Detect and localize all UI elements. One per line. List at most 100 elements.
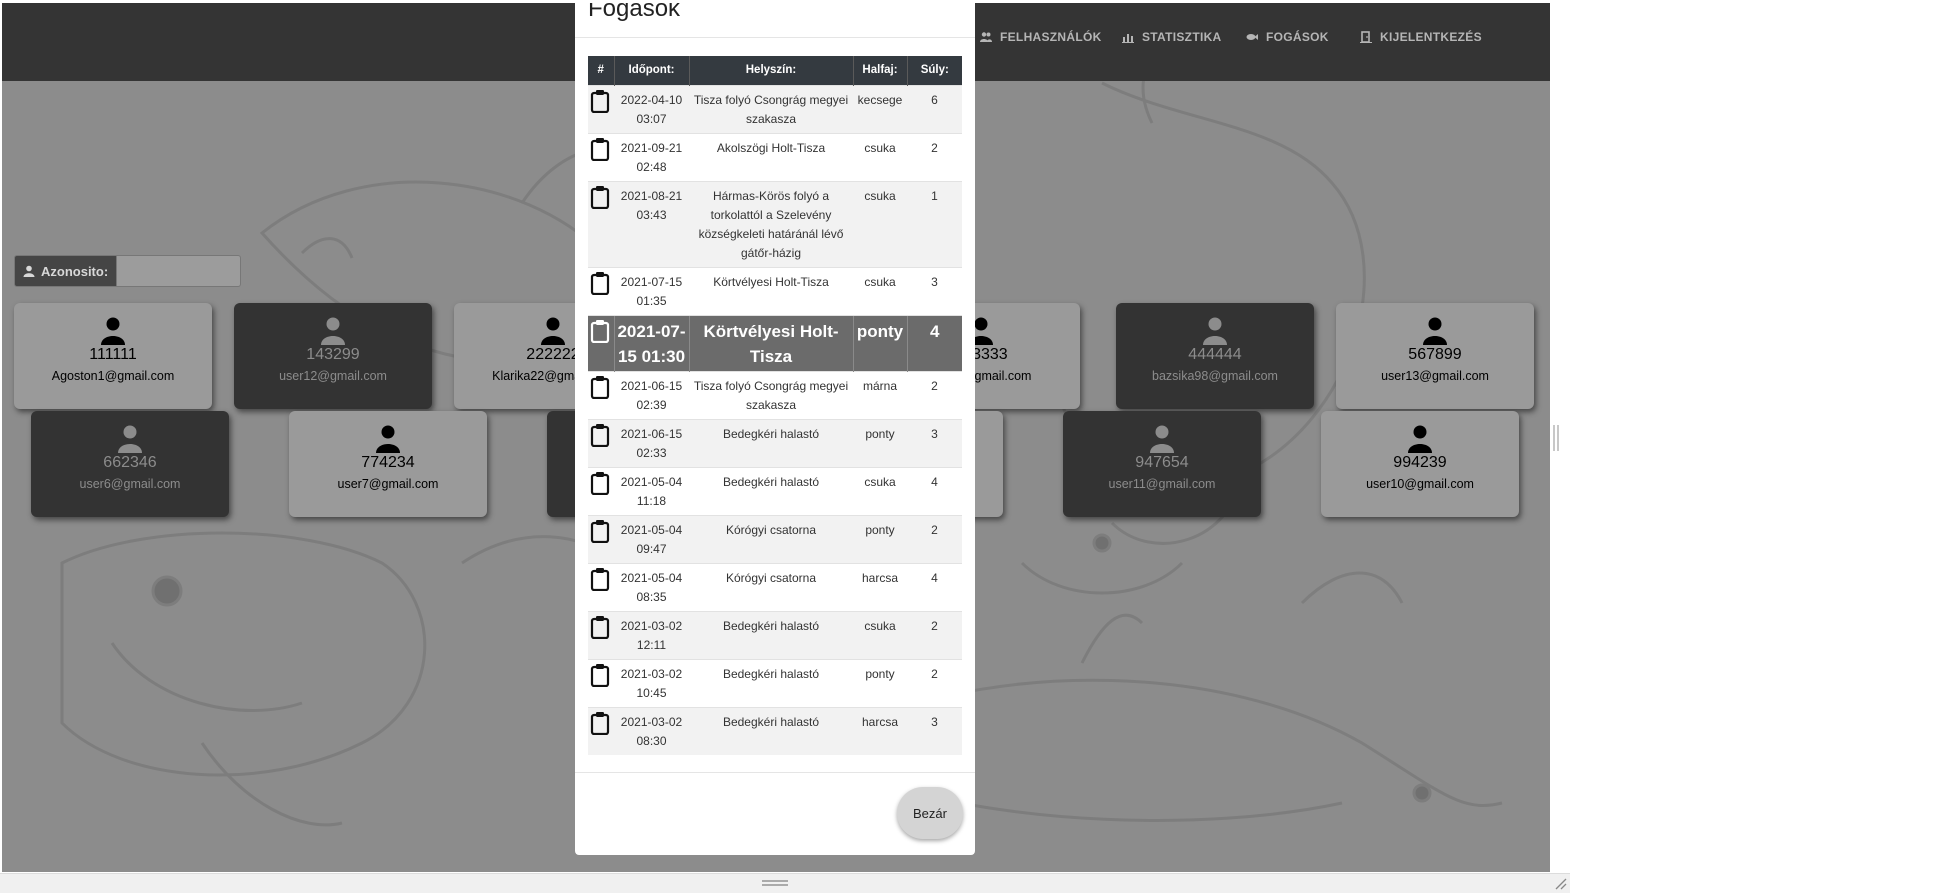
table-row[interactable]: 2021-06-15 02:33 Bedegkéri halastó ponty 3 xyxy=(588,418,962,467)
resize-corner-icon[interactable] xyxy=(1553,876,1567,890)
column-header-index: # xyxy=(588,56,614,85)
close-button[interactable]: Bezár xyxy=(897,787,963,839)
table-row[interactable]: 2021-05-04 11:18 Bedegkéri halastó csuka 4 xyxy=(588,466,962,515)
user-card-email: user10@gmail.com xyxy=(1366,477,1474,491)
nav-logout[interactable]: Kijelentkezés xyxy=(1360,29,1482,45)
table-row[interactable]: 2021-05-04 09:47 Kórógyi csatorna ponty 2 xyxy=(588,514,962,563)
row-location: Tisza folyó Csongrág megyei szakasza xyxy=(689,84,853,133)
user-card-id: 947654 xyxy=(1135,454,1189,471)
catches-table: # Időpont: Helyszín: Halfaj: Súly: 2022-… xyxy=(588,56,962,755)
user-card-email: bazsika98@gmail.com xyxy=(1152,369,1278,383)
row-icon-cell xyxy=(588,610,614,659)
row-location: Tisza folyó Csongrág megyei szakasza xyxy=(689,370,853,419)
row-date: 2021-07-15 01:30 xyxy=(613,314,689,371)
nav-users[interactable]: Felhasználók xyxy=(980,29,1102,45)
bar-chart-icon xyxy=(1122,34,1134,43)
table-row[interactable]: 2022-04-10 03:07 Tisza folyó Csongrág meg… xyxy=(588,84,962,133)
clipboard-icon[interactable] xyxy=(590,615,610,639)
user-icon xyxy=(1203,317,1227,345)
row-location: Bedegkéri halastó xyxy=(689,658,853,707)
row-species: ponty xyxy=(853,418,907,467)
row-icon-cell xyxy=(588,418,614,467)
table-header-row: # Időpont: Helyszín: Halfaj: Súly: xyxy=(588,56,962,85)
clipboard-icon[interactable] xyxy=(590,471,610,495)
row-species: ponty xyxy=(853,658,907,707)
id-search-input[interactable] xyxy=(117,255,242,287)
clipboard-icon[interactable] xyxy=(590,423,610,447)
clipboard-icon[interactable] xyxy=(590,663,610,687)
clipboard-icon[interactable] xyxy=(590,137,610,161)
row-species: csuka xyxy=(853,132,907,181)
horizontal-resize-handle[interactable] xyxy=(762,880,788,886)
nav-statistics-label: Statisztika xyxy=(1142,30,1222,44)
user-card[interactable]: 994239 user10@gmail.com xyxy=(1321,411,1519,517)
row-weight: 2 xyxy=(907,132,962,181)
clipboard-icon[interactable] xyxy=(590,89,610,113)
nav-statistics[interactable]: Statisztika xyxy=(1122,29,1222,45)
row-icon-cell xyxy=(588,706,614,755)
row-species: harcsa xyxy=(853,562,907,611)
table-row[interactable]: 2021-06-15 02:39 Tisza folyó Csongrág meg… xyxy=(588,370,962,419)
row-weight: 4 xyxy=(907,562,962,611)
column-header-weight: Súly: xyxy=(906,56,962,85)
clipboard-icon[interactable] xyxy=(590,319,610,343)
row-icon-cell xyxy=(588,314,614,371)
row-species: csuka xyxy=(853,466,907,515)
user-icon xyxy=(23,265,35,277)
table-row[interactable]: 2021-08-21 03:43 Hármas-Körös folyó a tor… xyxy=(588,180,962,267)
users-icon xyxy=(980,32,992,42)
user-icon xyxy=(1408,425,1432,453)
user-card[interactable]: 567899 user13@gmail.com xyxy=(1336,303,1534,409)
row-date: 2021-05-04 09:47 xyxy=(614,514,689,563)
user-card-id: 774234 xyxy=(361,454,415,471)
user-card[interactable]: 947654 user11@gmail.com xyxy=(1063,411,1261,517)
vertical-resize-handle[interactable] xyxy=(1553,425,1559,451)
user-icon xyxy=(541,317,565,345)
catches-modal: Fogások # Időpont: Helyszín: Halfaj: Súl… xyxy=(575,3,975,855)
row-species: ponty xyxy=(853,514,907,563)
fish-icon xyxy=(1246,34,1258,40)
table-row[interactable]: 2021-03-02 10:45 Bedegkéri halastó ponty 2 xyxy=(588,658,962,707)
user-card[interactable]: 662346 user6@gmail.com xyxy=(31,411,229,517)
row-date: 2021-03-02 12:11 xyxy=(614,610,689,659)
user-card-email: Agoston1@gmail.com xyxy=(51,369,175,383)
clipboard-icon[interactable] xyxy=(590,375,610,399)
row-date: 2021-06-15 02:33 xyxy=(614,418,689,467)
nav-catches[interactable]: Fogások xyxy=(1246,29,1329,45)
row-species: csuka xyxy=(853,610,907,659)
table-row[interactable]: 2021-03-02 08:30 Bedegkéri halastó harcsa 3 xyxy=(588,706,962,755)
table-row[interactable]: 2021-07-15 01:35 Körtvélyesi Holt-Tisza cs… xyxy=(588,266,962,315)
row-icon-cell xyxy=(588,562,614,611)
table-row[interactable]: 2021-03-02 12:11 Bedegkéri halastó csuka 2 xyxy=(588,610,962,659)
clipboard-icon[interactable] xyxy=(590,519,610,543)
row-species: csuka xyxy=(853,180,907,267)
row-weight: 2 xyxy=(907,370,962,419)
user-card-email: user7@gmail.com xyxy=(337,477,439,491)
table-row-selected[interactable]: 2021-07-15 01:30 Körtvélyesi Holt-Tisza po… xyxy=(588,314,962,371)
row-icon-cell xyxy=(588,180,614,267)
clipboard-icon[interactable] xyxy=(590,271,610,295)
row-species: ponty xyxy=(852,314,907,371)
row-weight: 3 xyxy=(907,266,962,315)
user-card[interactable]: 111111 Agoston1@gmail.com xyxy=(14,303,212,409)
user-card[interactable]: 143299 user12@gmail.com xyxy=(234,303,432,409)
modal-footer-divider xyxy=(575,772,975,773)
id-search: Azonosito: xyxy=(14,255,242,287)
clipboard-icon[interactable] xyxy=(590,185,610,209)
user-card[interactable]: 444444 bazsika98@gmail.com xyxy=(1116,303,1314,409)
user-card-email: user12@gmail.com xyxy=(279,369,387,383)
clipboard-icon[interactable] xyxy=(590,711,610,735)
user-card-id: 994239 xyxy=(1393,454,1447,471)
clipboard-icon[interactable] xyxy=(590,567,610,591)
row-location: Kórógyi csatorna xyxy=(689,514,853,563)
modal-header-divider xyxy=(575,37,975,38)
row-date: 2021-06-15 02:39 xyxy=(614,370,689,419)
table-row[interactable]: 2021-09-21 02:48 Akolszögi Holt-Tisza csuk… xyxy=(588,132,962,181)
user-card[interactable]: 774234 user7@gmail.com xyxy=(289,411,487,517)
nav-logout-label: Kijelentkezés xyxy=(1380,30,1482,44)
nav-users-label: Felhasználók xyxy=(1000,30,1102,44)
user-icon xyxy=(376,425,400,453)
row-location: Bedegkéri halastó xyxy=(689,610,853,659)
table-row[interactable]: 2021-05-04 08:35 Kórógyi csatorna harcsa 4 xyxy=(588,562,962,611)
row-date: 2021-07-15 01:35 xyxy=(614,266,689,315)
